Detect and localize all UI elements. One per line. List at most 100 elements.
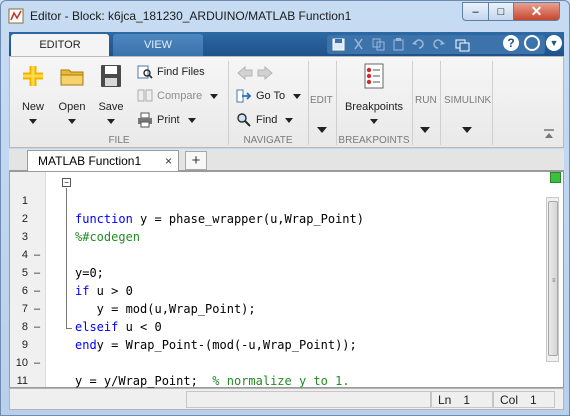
grip-icon: ≡ xyxy=(552,278,556,284)
save-button[interactable]: Save xyxy=(90,63,132,124)
add-tab-button[interactable]: + xyxy=(185,151,207,170)
redo-icon[interactable] xyxy=(431,37,446,52)
find-label: Find xyxy=(256,114,278,126)
group-label-breakpoints: BREAKPOINTS xyxy=(338,135,410,146)
save-dropdown-arrow xyxy=(107,119,115,124)
breakpoints-dropdown-arrow xyxy=(370,119,378,124)
floppy-disk-icon xyxy=(101,65,121,87)
find-button[interactable]: Find xyxy=(236,110,294,130)
document-tab-label: MATLAB Function1 xyxy=(38,154,142,168)
paste-icon[interactable] xyxy=(391,37,406,52)
compare-label: Compare xyxy=(157,90,203,102)
group-label-edit: EDIT xyxy=(310,95,333,106)
code-line: 3 – y=0; xyxy=(10,210,540,280)
code-line: 5 – y = mod(u,Wrap_Point); xyxy=(10,246,540,316)
editor-window: Editor - Block: k6jca_181230_ARDUINO/MAT… xyxy=(0,0,570,416)
status-message-field xyxy=(186,391,431,408)
code-line: 8 end xyxy=(10,300,540,352)
group-label-file: FILE xyxy=(108,135,130,146)
collapse-ribbon-icon[interactable] xyxy=(543,129,555,139)
ribbon-tab-bar: EDITOR VIEW ? ▼ xyxy=(9,32,564,56)
group-separator xyxy=(440,61,441,145)
find-files-icon xyxy=(137,65,153,79)
maximize-button[interactable]: □ xyxy=(488,2,514,21)
breakpoints-icon xyxy=(364,63,384,89)
status-bar: Ln 1 Col 1 xyxy=(9,388,564,410)
group-separator xyxy=(308,61,309,145)
scrollbar-thumb[interactable]: ≡ xyxy=(548,201,558,356)
group-label-simulink: SIMULINK xyxy=(444,95,492,106)
close-button[interactable]: ✕ xyxy=(513,2,560,21)
new-button[interactable]: New xyxy=(12,63,54,124)
close-tab-icon[interactable]: × xyxy=(165,154,172,168)
back-forward-icon[interactable] xyxy=(236,66,274,80)
simulink-dropdown-arrow[interactable] xyxy=(462,127,472,133)
code-line: 10 xyxy=(10,336,540,369)
code-line: 2 %#codegen xyxy=(10,192,540,244)
maximize-icon: □ xyxy=(497,5,505,18)
open-label: Open xyxy=(58,101,86,113)
column-label: Col xyxy=(500,392,519,407)
go-to-label: Go To xyxy=(256,90,286,102)
print-dropdown-arrow xyxy=(187,117,196,123)
search-icon[interactable] xyxy=(524,35,540,51)
minimize-icon: – xyxy=(472,5,479,18)
new-dropdown-arrow xyxy=(29,119,37,124)
code-line: 6 – elseif u < 0 xyxy=(10,264,540,334)
switch-windows-icon[interactable] xyxy=(455,37,470,52)
title-bar[interactable]: Editor - Block: k6jca_181230_ARDUINO/MAT… xyxy=(1,1,569,31)
print-button[interactable]: Print xyxy=(137,110,196,130)
run-dropdown-arrow[interactable] xyxy=(420,127,430,133)
minimize-button[interactable]: – xyxy=(462,2,489,21)
group-label-run: RUN xyxy=(415,95,437,106)
save-label: Save xyxy=(98,101,124,113)
cut-icon[interactable] xyxy=(351,37,366,52)
code-line: 11 xyxy=(10,354,540,387)
line-indicator: Ln 1 xyxy=(431,391,493,408)
breakpoints-label: Breakpoints xyxy=(344,101,404,113)
help-icon[interactable]: ? xyxy=(503,35,519,51)
save-icon[interactable] xyxy=(331,37,346,52)
new-label: New xyxy=(21,101,44,113)
ribbon-toolstrip: New Open Save Find Files Compare Print F… xyxy=(9,56,564,148)
tab-view[interactable]: VIEW xyxy=(113,34,203,56)
close-icon: ✕ xyxy=(530,3,543,19)
go-to-dropdown-arrow xyxy=(293,93,302,99)
code-analyzer-status-icon[interactable] xyxy=(550,172,561,183)
find-files-label: Find Files xyxy=(157,66,205,78)
printer-icon xyxy=(138,112,152,128)
code-editor[interactable]: − 1 function y = phase_wrapper(u,Wrap_Po… xyxy=(9,171,564,405)
group-separator xyxy=(228,61,229,145)
code-line: 4 – if u > 0 xyxy=(10,228,540,298)
folder-icon xyxy=(60,69,84,86)
line-value: 1 xyxy=(463,392,471,407)
document-tab-bar: MATLAB Function1 × + xyxy=(9,149,564,171)
breakpoints-button[interactable]: Breakpoints xyxy=(340,63,408,124)
code-line: 9 – y = y/Wrap_Point; % normalize y to 1… xyxy=(10,318,540,388)
new-icon xyxy=(23,66,43,86)
go-to-button[interactable]: Go To xyxy=(236,86,302,106)
compare-button[interactable]: Compare xyxy=(137,86,219,106)
group-label-navigate: NAVIGATE xyxy=(243,135,293,146)
line-label: Ln xyxy=(438,392,452,407)
column-value: 1 xyxy=(530,392,537,407)
code-line: 1 function y = phase_wrapper(u,Wrap_Poin… xyxy=(10,174,540,226)
vertical-scrollbar[interactable]: ≡ xyxy=(546,197,559,362)
tab-editor[interactable]: EDITOR xyxy=(11,34,109,56)
group-separator xyxy=(336,61,337,145)
find-dropdown-arrow xyxy=(285,117,294,123)
group-separator xyxy=(412,61,413,145)
copy-icon[interactable] xyxy=(371,37,386,52)
find-files-button[interactable]: Find Files xyxy=(137,62,205,82)
dropdown-icon[interactable]: ▼ xyxy=(546,35,562,51)
open-button[interactable]: Open xyxy=(51,63,93,124)
open-dropdown-arrow xyxy=(68,119,76,124)
code-line: 7 – y = Wrap_Point-(mod(-u,Wrap_Point)); xyxy=(10,282,540,352)
edit-dropdown-arrow[interactable] xyxy=(317,127,327,133)
compare-dropdown-arrow xyxy=(210,93,219,99)
window-title: Editor - Block: k6jca_181230_ARDUINO/MAT… xyxy=(30,9,352,23)
group-separator xyxy=(492,61,493,145)
tab-matlab-function1[interactable]: MATLAB Function1 × xyxy=(27,150,179,171)
undo-icon[interactable] xyxy=(411,37,426,52)
magnifier-icon xyxy=(237,113,251,127)
